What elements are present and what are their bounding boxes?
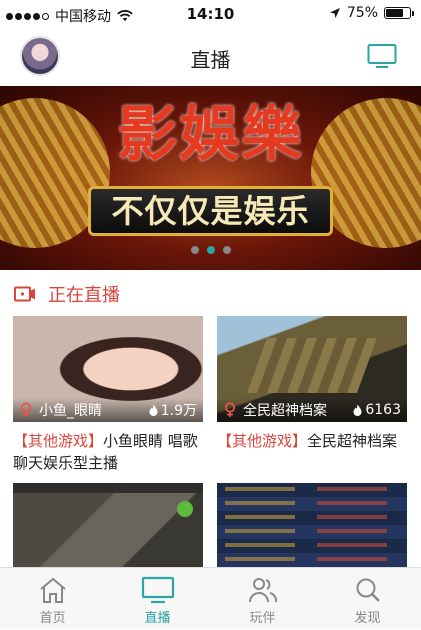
users-icon — [248, 578, 277, 603]
tv-icon[interactable] — [367, 42, 397, 70]
flame-icon — [353, 404, 362, 416]
page-title: 直播 — [190, 48, 231, 72]
viewer-count-value: 6163 — [365, 402, 401, 418]
stream-description[interactable]: 【其他游戏】全民超神档案 — [217, 430, 407, 452]
tab-discover[interactable]: 发现 — [315, 568, 420, 630]
stream-thumbnail[interactable] — [217, 483, 407, 567]
battery-icon — [384, 7, 414, 19]
game-scoreboard — [317, 487, 387, 561]
tab-bar: 首页 直播 玩伴 发现 — [0, 567, 421, 629]
viewer-count-value: 1.9万 — [160, 403, 197, 419]
banner-dot-active — [206, 246, 215, 254]
search-icon — [356, 578, 380, 602]
game-hud — [13, 483, 203, 493]
section-title: 正在直播 — [48, 285, 120, 306]
streamer-name: 小鱼_眼睛 — [39, 403, 102, 419]
tab-label: 玩伴 — [249, 611, 276, 626]
category-tag: 【其他游戏】 — [13, 432, 104, 450]
tab-label: 直播 — [144, 611, 171, 626]
female-icon — [224, 402, 236, 417]
location-arrow-icon — [329, 8, 340, 18]
banner-main-text: 影娛樂 — [117, 100, 304, 170]
stream-thumbnail[interactable]: 小鱼_眼睛 1.9万 — [13, 316, 203, 422]
tv-icon — [141, 576, 174, 604]
game-scene — [246, 338, 378, 393]
banner-page-indicator — [0, 246, 421, 254]
banner-dot — [190, 246, 199, 254]
live-card[interactable]: 小鱼_眼睛 1.9万 【其他游戏】小鱼眼睛 唱歌聊天娱乐型主播 — [13, 316, 203, 474]
thumbnail-info-bar: 全民超神档案 6163 — [217, 398, 407, 422]
tab-label: 发现 — [354, 611, 381, 626]
tab-companions[interactable]: 玩伴 — [210, 568, 315, 630]
tab-home[interactable]: 首页 — [0, 568, 105, 630]
female-icon — [20, 402, 32, 417]
promo-banner[interactable]: 影娛樂 不仅仅是娱乐 — [0, 86, 421, 270]
stream-thumbnail[interactable] — [13, 483, 203, 567]
battery-fill — [386, 9, 404, 17]
stream-description[interactable]: 【其他游戏】小鱼眼睛 唱歌聊天娱乐型主播 — [13, 430, 203, 474]
banner-sub-text: 不仅仅是娱乐 — [88, 186, 333, 236]
live-card[interactable]: 全民超神档案 6163 【其他游戏】全民超神档案 — [217, 316, 407, 452]
live-video-icon — [14, 286, 35, 302]
tab-label: 首页 — [39, 611, 66, 626]
game-button — [177, 501, 193, 517]
viewer-count: 6163 — [353, 402, 401, 418]
home-icon — [39, 577, 66, 603]
streamer-name: 全民超神档案 — [243, 403, 327, 419]
stream-title: 全民超神档案 — [307, 432, 398, 450]
category-tag: 【其他游戏】 — [217, 432, 308, 450]
battery-percent: 75% — [346, 5, 378, 21]
tab-live[interactable]: 直播 — [105, 568, 210, 630]
stream-thumbnail[interactable]: 全民超神档案 6163 — [217, 316, 407, 422]
game-scoreboard — [225, 487, 295, 561]
status-bar: 中国移动 14:10 75% — [0, 0, 421, 28]
status-right-group: 75% — [329, 5, 414, 21]
banner-dot — [222, 246, 231, 254]
flame-icon — [149, 404, 158, 416]
live-section-header: 正在直播 — [14, 282, 120, 306]
nav-bar: 直播 — [0, 28, 421, 86]
viewer-count: 1.9万 — [149, 400, 197, 420]
thumbnail-info-bar: 小鱼_眼睛 1.9万 — [13, 398, 203, 422]
